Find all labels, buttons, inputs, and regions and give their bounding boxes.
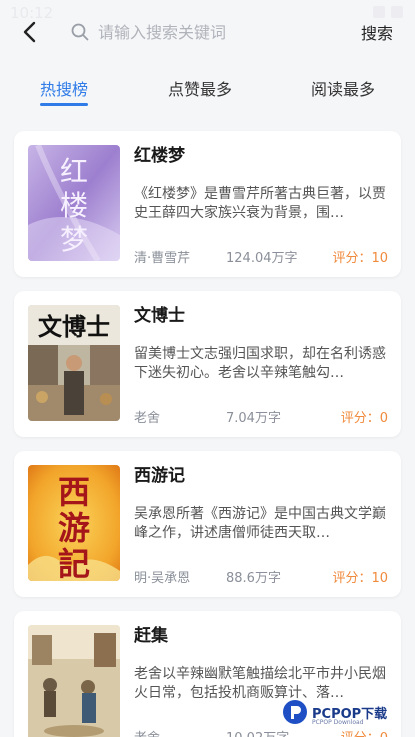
- book-description: 留美博士文志强归国求职，却在名利诱惑下迷失初心。老舍以辛辣笔触勾…: [134, 346, 386, 381]
- top-bar: 搜索: [0, 10, 415, 54]
- book-author: 老舍: [134, 727, 160, 737]
- svg-text:文博士: 文博士: [38, 313, 110, 341]
- book-word-count: 7.04万字: [226, 411, 281, 426]
- tab-hot-search[interactable]: 热搜榜: [40, 76, 88, 100]
- book-cover: 红 楼 梦: [28, 145, 120, 261]
- search-icon: [70, 22, 90, 42]
- chevron-left-icon: [23, 21, 36, 43]
- book-rating: 评分：10: [332, 571, 388, 586]
- book-rating: 评分：10: [332, 251, 388, 266]
- svg-text:記: 記: [58, 545, 90, 581]
- svg-text:西: 西: [58, 473, 90, 511]
- book-description: 《红楼梦》是曹雪芹所著古典巨著，以贾史王薛四大家族兴衰为背景，围…: [134, 186, 386, 221]
- svg-text:梦: 梦: [60, 223, 88, 256]
- tab-most-liked[interactable]: 点赞最多: [168, 76, 232, 100]
- tab-most-read[interactable]: 阅读最多: [311, 76, 375, 100]
- search-button[interactable]: 搜索: [361, 20, 393, 44]
- book-title: 文博士: [134, 306, 185, 326]
- svg-text:楼: 楼: [60, 189, 88, 222]
- svg-text:游: 游: [58, 509, 90, 547]
- active-tab-indicator: [40, 103, 88, 106]
- book-description: 吴承恩所著《西游记》是中国古典文学巅峰之作，讲述唐僧师徒西天取…: [134, 506, 386, 541]
- book-cover: 西 游 記: [28, 465, 120, 581]
- svg-text:红: 红: [60, 155, 88, 188]
- book-cover: [28, 625, 120, 737]
- book-card-hongloumeng[interactable]: 红 楼 梦 红楼梦 《红楼梦》是曹雪芹所著古典巨著，以贾史王薛四大家族兴衰为背景…: [14, 131, 401, 277]
- tab-bar: 热搜榜 点赞最多 阅读最多: [0, 72, 415, 112]
- book-title: 西游记: [134, 466, 185, 486]
- pcpop-logo-icon: [283, 700, 307, 724]
- book-card-xiyouji[interactable]: 西 游 記 西游记 吴承恩所著《西游记》是中国古典文学巅峰之作，讲述唐僧师徒西天…: [14, 451, 401, 597]
- watermark-logo: PCPOP下载 PCPOP Download: [282, 692, 412, 732]
- book-rating: 评分：0: [340, 411, 388, 426]
- book-word-count: 124.04万字: [226, 251, 298, 266]
- book-cover: 文博士: [28, 305, 120, 421]
- book-author: 老舍: [134, 411, 161, 426]
- book-title: 赶集: [134, 626, 168, 646]
- watermark-sub: PCPOP Download: [312, 719, 364, 726]
- book-word-count: 88.6万字: [226, 571, 281, 586]
- back-button[interactable]: [16, 18, 42, 46]
- search-bar[interactable]: [66, 16, 336, 48]
- search-input[interactable]: [98, 22, 318, 42]
- book-title: 红楼梦: [134, 146, 185, 166]
- book-card-wenboshi[interactable]: 文博士 文博士 留美博士文志强归国求职，却在名利诱惑下迷失初心。老舍以辛辣笔触勾…: [14, 291, 401, 437]
- book-word-count: 10.02万字: [226, 727, 289, 737]
- book-author: 明·吴承恩: [134, 571, 191, 586]
- book-author: 清·曹雪芹: [134, 251, 191, 266]
